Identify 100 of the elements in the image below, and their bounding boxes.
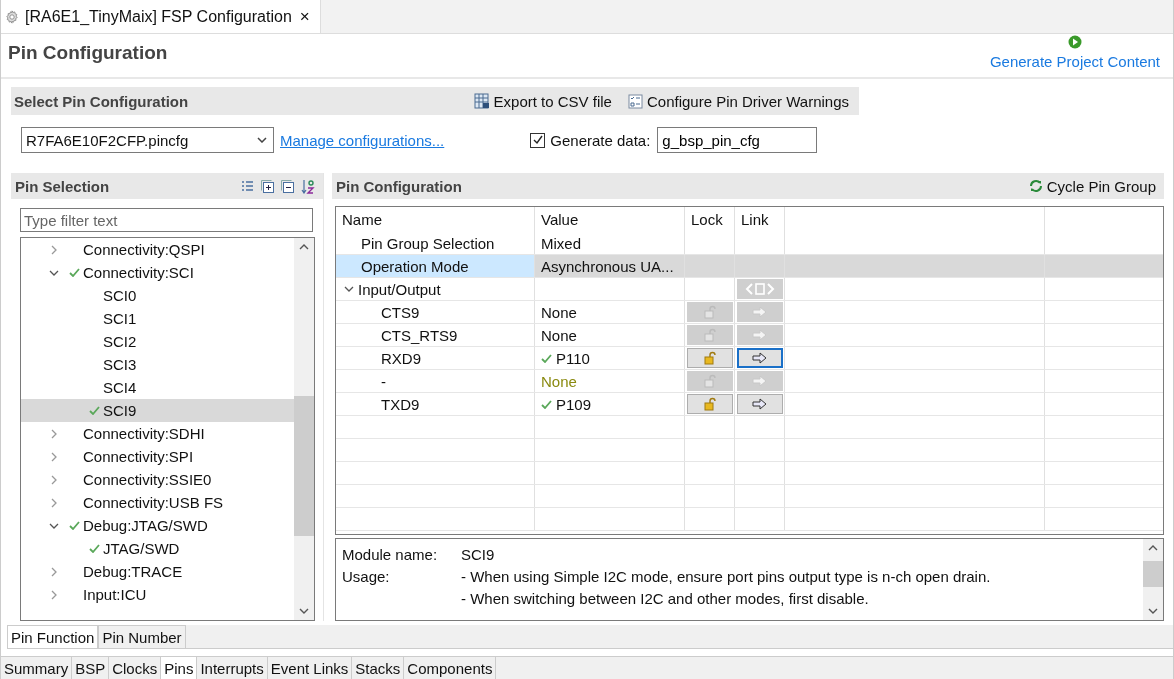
column-header[interactable]: Value — [535, 207, 685, 232]
tree-item[interactable]: SCI4 — [21, 376, 294, 399]
filter-field[interactable]: Type filter text — [20, 208, 313, 232]
page-tab[interactable]: Event Links — [267, 657, 353, 679]
list-icon[interactable] — [241, 180, 254, 192]
scrollbar[interactable] — [294, 238, 314, 620]
tree-item[interactable]: Input:ICU — [21, 583, 294, 606]
view-tab[interactable]: Pin Function — [7, 625, 99, 648]
table-cell: None — [541, 303, 577, 321]
generate-label: Generate data: — [550, 131, 651, 149]
page-tab[interactable]: Pins — [161, 657, 198, 679]
tree-item[interactable]: Debug:JTAG/SWD — [21, 514, 294, 537]
usage-text: - When switching between I2C and other modes, first disable. — [461, 589, 870, 610]
arrow-icon — [752, 306, 768, 318]
tree-item[interactable]: Connectivity:USB FS — [21, 491, 294, 514]
scroll-thumb[interactable] — [1143, 561, 1163, 588]
tree-item[interactable]: SCI0 — [21, 284, 294, 307]
data-name-field[interactable]: g_bsp_pin_cfg — [657, 127, 818, 153]
scroll-down-icon[interactable] — [1148, 608, 1158, 614]
chevron-right-icon[interactable] — [49, 244, 59, 255]
view-tab[interactable]: Pin Number — [98, 625, 186, 648]
table-row[interactable]: RXD9 P110 — [336, 347, 1163, 370]
column-header[interactable]: Name — [336, 207, 535, 232]
tree-item[interactable]: Connectivity:SDHI — [21, 422, 294, 445]
link-button[interactable] — [737, 394, 783, 414]
padlock-icon — [703, 328, 717, 342]
pane-title: Pin Configuration — [336, 177, 462, 195]
table-row[interactable]: TXD9 P109 — [336, 393, 1163, 416]
lock-button[interactable] — [687, 394, 733, 414]
expand-all-icon[interactable] — [261, 179, 274, 193]
scroll-thumb[interactable] — [294, 396, 314, 536]
editor-tab[interactable]: [RA6E1_TinyMaix] FSP Configuration × — [1, 0, 321, 33]
cycle-pin-group-button[interactable]: Cycle Pin Group — [1027, 177, 1156, 195]
chevron-down-icon[interactable] — [344, 284, 354, 294]
info-value: SCI9 — [461, 545, 495, 566]
table-cell: Asynchronous UA... — [541, 257, 674, 275]
close-icon[interactable]: × — [299, 6, 310, 27]
chevron-right-icon[interactable] — [49, 566, 59, 577]
tree-label: SCI2 — [103, 333, 137, 350]
scroll-up-icon[interactable] — [299, 244, 309, 250]
page-tab[interactable]: Stacks — [352, 657, 405, 679]
warnings-button[interactable]: Configure Pin Driver Warnings — [621, 92, 859, 110]
table-cell: P109 — [556, 395, 592, 413]
column-header[interactable]: Link — [735, 207, 785, 232]
tree-label: Connectivity:SDHI — [83, 425, 205, 442]
link-button[interactable] — [737, 348, 783, 368]
arrow-icon — [752, 352, 768, 364]
chevron-right-icon[interactable] — [49, 451, 59, 462]
tree-item[interactable]: Debug:TRACE — [21, 560, 294, 583]
padlock-icon — [703, 351, 717, 365]
tree-item[interactable]: SCI2 — [21, 330, 294, 353]
tree-item[interactable]: SCI3 — [21, 353, 294, 376]
link-all-button[interactable] — [737, 279, 783, 299]
tree-item[interactable]: Connectivity:SCI — [21, 261, 294, 284]
page-tab[interactable]: Components — [404, 657, 497, 679]
table-cell: CTS_RTS9 — [381, 326, 458, 344]
table-cell: Input/Output — [358, 280, 441, 298]
tree-label: SCI3 — [103, 356, 137, 373]
tree-item[interactable]: Connectivity:SPI — [21, 445, 294, 468]
lock-button[interactable] — [687, 348, 733, 368]
tree-item[interactable]: SCI1 — [21, 307, 294, 330]
info-label: Usage: — [342, 567, 391, 588]
scrollbar[interactable] — [1143, 539, 1163, 620]
tree-item[interactable]: Connectivity:QSPI — [21, 238, 294, 261]
link-all-icon — [745, 282, 775, 296]
manage-link[interactable]: Manage configurations... — [280, 131, 445, 149]
padlock-icon — [703, 397, 717, 411]
editor-tab-title: [RA6E1_TinyMaix] FSP Configuration — [25, 7, 292, 26]
table-cell: CTS9 — [381, 303, 420, 321]
tree-label: Debug:JTAG/SWD — [83, 517, 208, 534]
generate-link[interactable]: Generate Project Content — [989, 53, 1160, 70]
tree-item[interactable]: JTAG/SWD — [21, 537, 294, 560]
chevron-right-icon[interactable] — [49, 428, 59, 439]
cycle-icon — [1027, 179, 1044, 193]
table-cell: Mixed — [541, 234, 581, 252]
column-header[interactable]: Lock — [685, 207, 735, 232]
table-row[interactable]: Input/Output — [336, 278, 1163, 301]
tree-label: Debug:TRACE — [83, 563, 183, 580]
chevron-right-icon[interactable] — [49, 474, 59, 485]
arrow-icon — [752, 329, 768, 341]
scroll-down-icon[interactable] — [299, 608, 309, 614]
config-dropdown[interactable]: R7FA6E10F2CFP.pincfg — [21, 127, 274, 153]
sort-icon[interactable] — [301, 178, 315, 194]
collapse-all-icon[interactable] — [281, 179, 294, 193]
tree-item[interactable]: SCI9 — [21, 399, 294, 422]
play-icon[interactable] — [1067, 35, 1082, 49]
tree-label: Connectivity:QSPI — [83, 241, 205, 258]
export-button[interactable]: Export to CSV file — [467, 92, 622, 110]
tree-item[interactable]: Connectivity:SSIE0 — [21, 468, 294, 491]
scroll-up-icon[interactable] — [1148, 545, 1158, 552]
page-tab[interactable]: Interrupts — [197, 657, 268, 679]
table-row[interactable]: Pin Group Selection Mixed — [336, 232, 1163, 255]
page-tab[interactable]: Summary — [1, 657, 73, 679]
generate-checkbox[interactable] — [530, 132, 546, 148]
chevron-right-icon[interactable] — [49, 589, 59, 600]
arrow-icon — [752, 398, 768, 410]
tree-label: JTAG/SWD — [103, 540, 180, 557]
table-row[interactable]: Operation Mode Asynchronous UA... — [336, 255, 1163, 278]
chevron-right-icon[interactable] — [49, 497, 59, 508]
page-tab[interactable]: BSP — [72, 657, 110, 679]
